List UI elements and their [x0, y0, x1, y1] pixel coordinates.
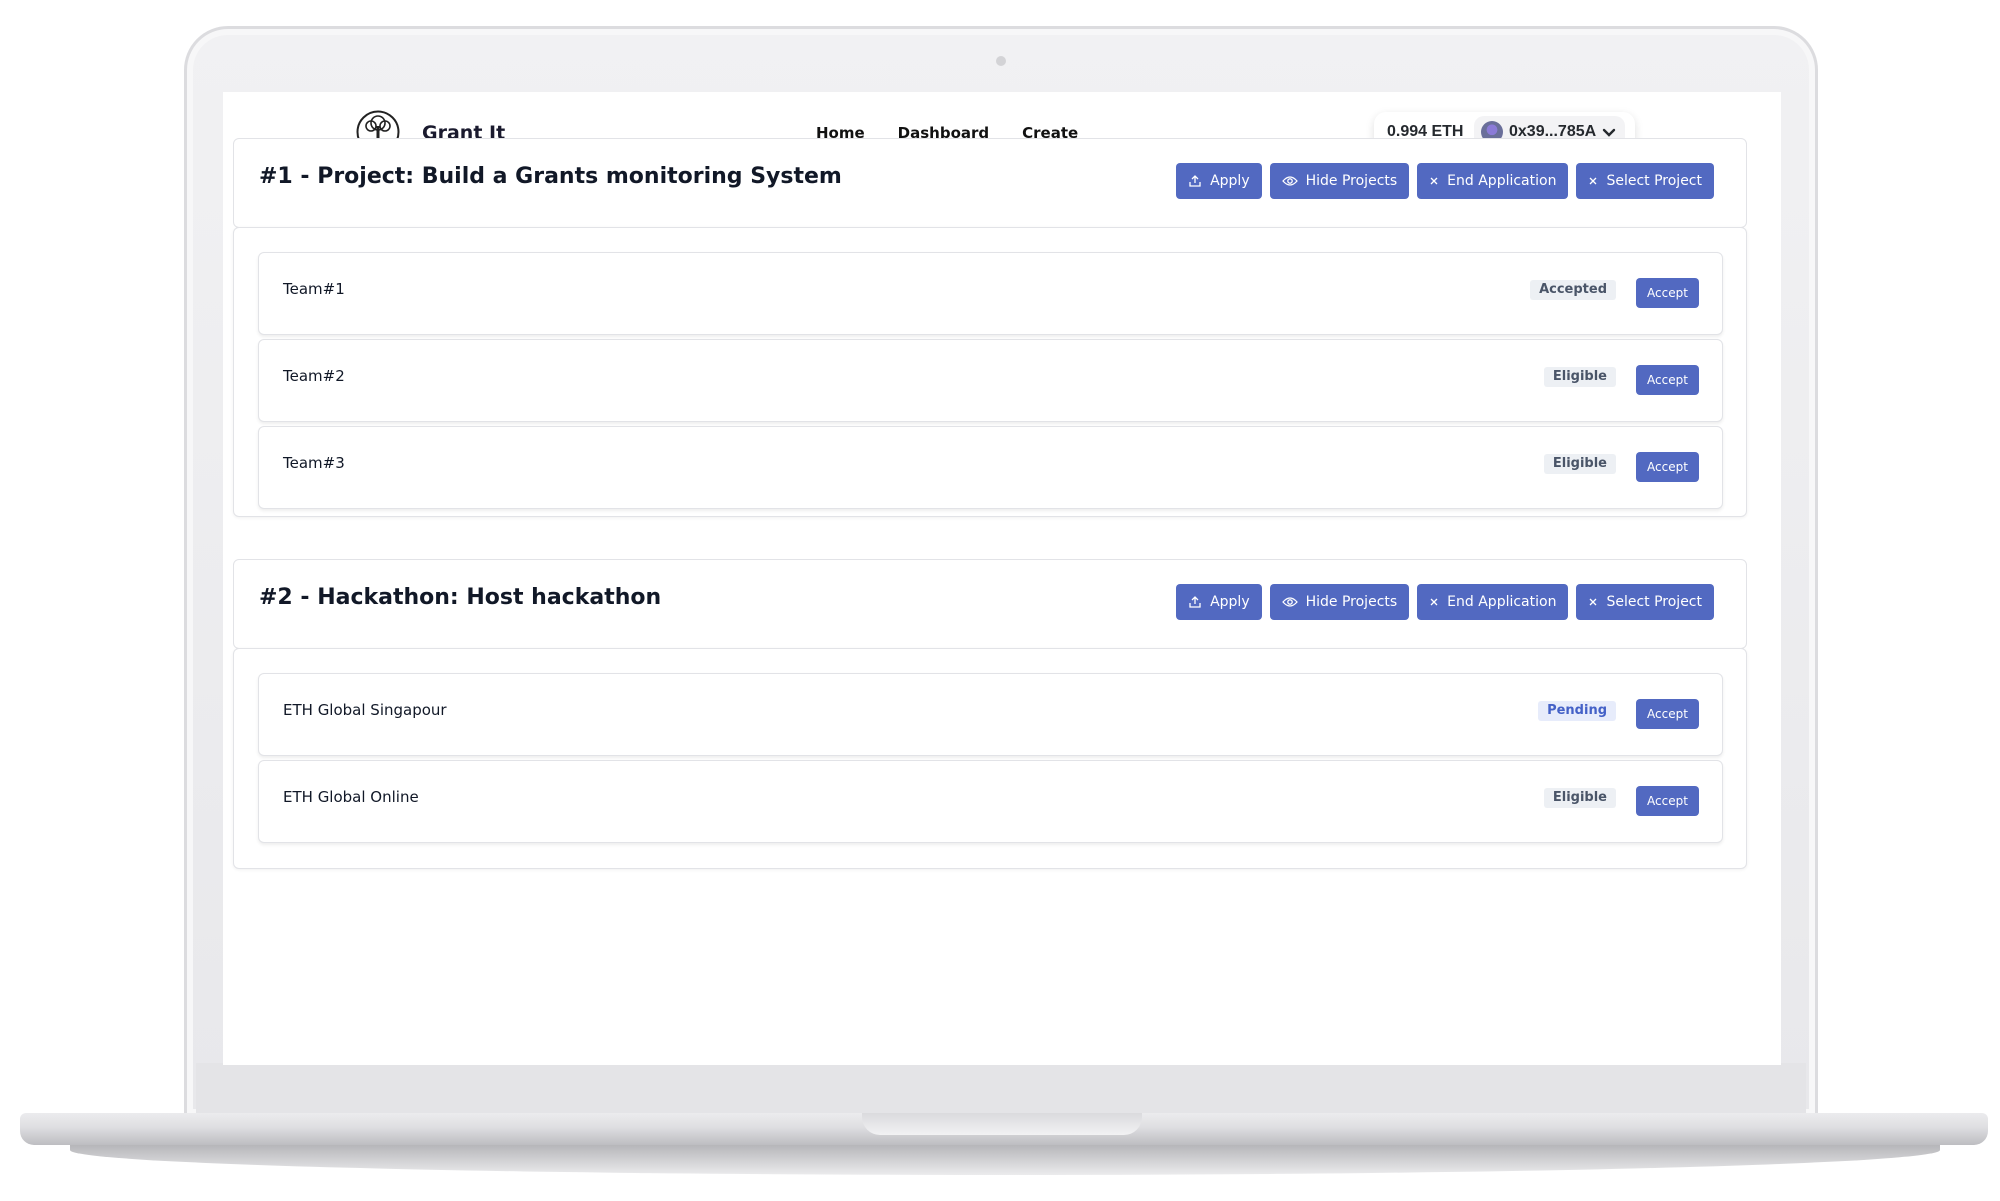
eye-icon — [1281, 175, 1298, 187]
laptop-shadow — [70, 1145, 1940, 1175]
close-icon — [1588, 176, 1598, 186]
team-name: Team#3 — [283, 454, 345, 472]
accept-button[interactable]: Accept — [1636, 699, 1699, 729]
project-card-header: #2 - Hackathon: Host hackathon Apply Hid… — [233, 559, 1747, 649]
project-title: #1 - Project: Build a Grants monitoring … — [259, 164, 842, 189]
accept-button[interactable]: Accept — [1636, 278, 1699, 308]
project-team-list: Team#1 Accepted Accept Team#2 Eligible A… — [233, 227, 1747, 517]
project-title: #2 - Hackathon: Host hackathon — [259, 585, 662, 610]
status-badge: Eligible — [1543, 367, 1616, 387]
apply-label: Apply — [1210, 594, 1250, 610]
end-application-label: End Application — [1447, 173, 1557, 189]
laptop-bezel-bottom — [196, 1063, 1806, 1113]
end-application-button[interactable]: End Application — [1417, 584, 1569, 620]
apply-button[interactable]: Apply — [1176, 163, 1262, 199]
end-application-label: End Application — [1447, 594, 1557, 610]
team-name: ETH Global Singapour — [283, 701, 447, 719]
hide-projects-button[interactable]: Hide Projects — [1269, 163, 1410, 199]
accept-button[interactable]: Accept — [1636, 786, 1699, 816]
hide-projects-label: Hide Projects — [1305, 173, 1398, 189]
close-icon — [1429, 597, 1439, 607]
team-name: Team#2 — [283, 367, 345, 385]
hide-projects-label: Hide Projects — [1305, 594, 1398, 610]
accept-button[interactable]: Accept — [1636, 452, 1699, 482]
team-row: Team#2 Eligible Accept — [258, 339, 1723, 422]
project-team-list: ETH Global Singapour Pending Accept ETH … — [233, 648, 1747, 869]
app-screen: Grant It Home Dashboard Create 0.994 ETH… — [223, 92, 1781, 1065]
select-project-button[interactable]: Select Project — [1576, 584, 1714, 620]
status-badge: Accepted — [1530, 280, 1616, 300]
team-row: ETH Global Singapour Pending Accept — [258, 673, 1723, 756]
close-icon — [1429, 176, 1439, 186]
team-row: Team#1 Accepted Accept — [258, 252, 1723, 335]
team-row: Team#3 Eligible Accept — [258, 426, 1723, 509]
hide-projects-button[interactable]: Hide Projects — [1269, 584, 1410, 620]
accept-button[interactable]: Accept — [1636, 365, 1699, 395]
status-badge: Eligible — [1543, 454, 1616, 474]
end-application-button[interactable]: End Application — [1417, 163, 1569, 199]
close-icon — [1588, 597, 1598, 607]
select-project-label: Select Project — [1606, 173, 1702, 189]
project-actions: Apply Hide Projects End Application Sele… — [1176, 584, 1714, 620]
project-card-header: #1 - Project: Build a Grants monitoring … — [233, 138, 1747, 228]
eye-icon — [1281, 596, 1298, 608]
project-actions: Apply Hide Projects End Application Sele… — [1176, 163, 1714, 199]
upload-icon — [1188, 174, 1202, 188]
upload-icon — [1188, 595, 1202, 609]
team-name: Team#1 — [283, 280, 345, 298]
team-name: ETH Global Online — [283, 788, 419, 806]
laptop-notch — [862, 1113, 1142, 1135]
status-badge: Eligible — [1543, 788, 1616, 808]
apply-label: Apply — [1210, 173, 1250, 189]
team-row: ETH Global Online Eligible Accept — [258, 760, 1723, 843]
status-badge: Pending — [1538, 701, 1616, 721]
apply-button[interactable]: Apply — [1176, 584, 1262, 620]
camera-dot — [996, 56, 1006, 66]
select-project-label: Select Project — [1606, 594, 1702, 610]
select-project-button[interactable]: Select Project — [1576, 163, 1714, 199]
